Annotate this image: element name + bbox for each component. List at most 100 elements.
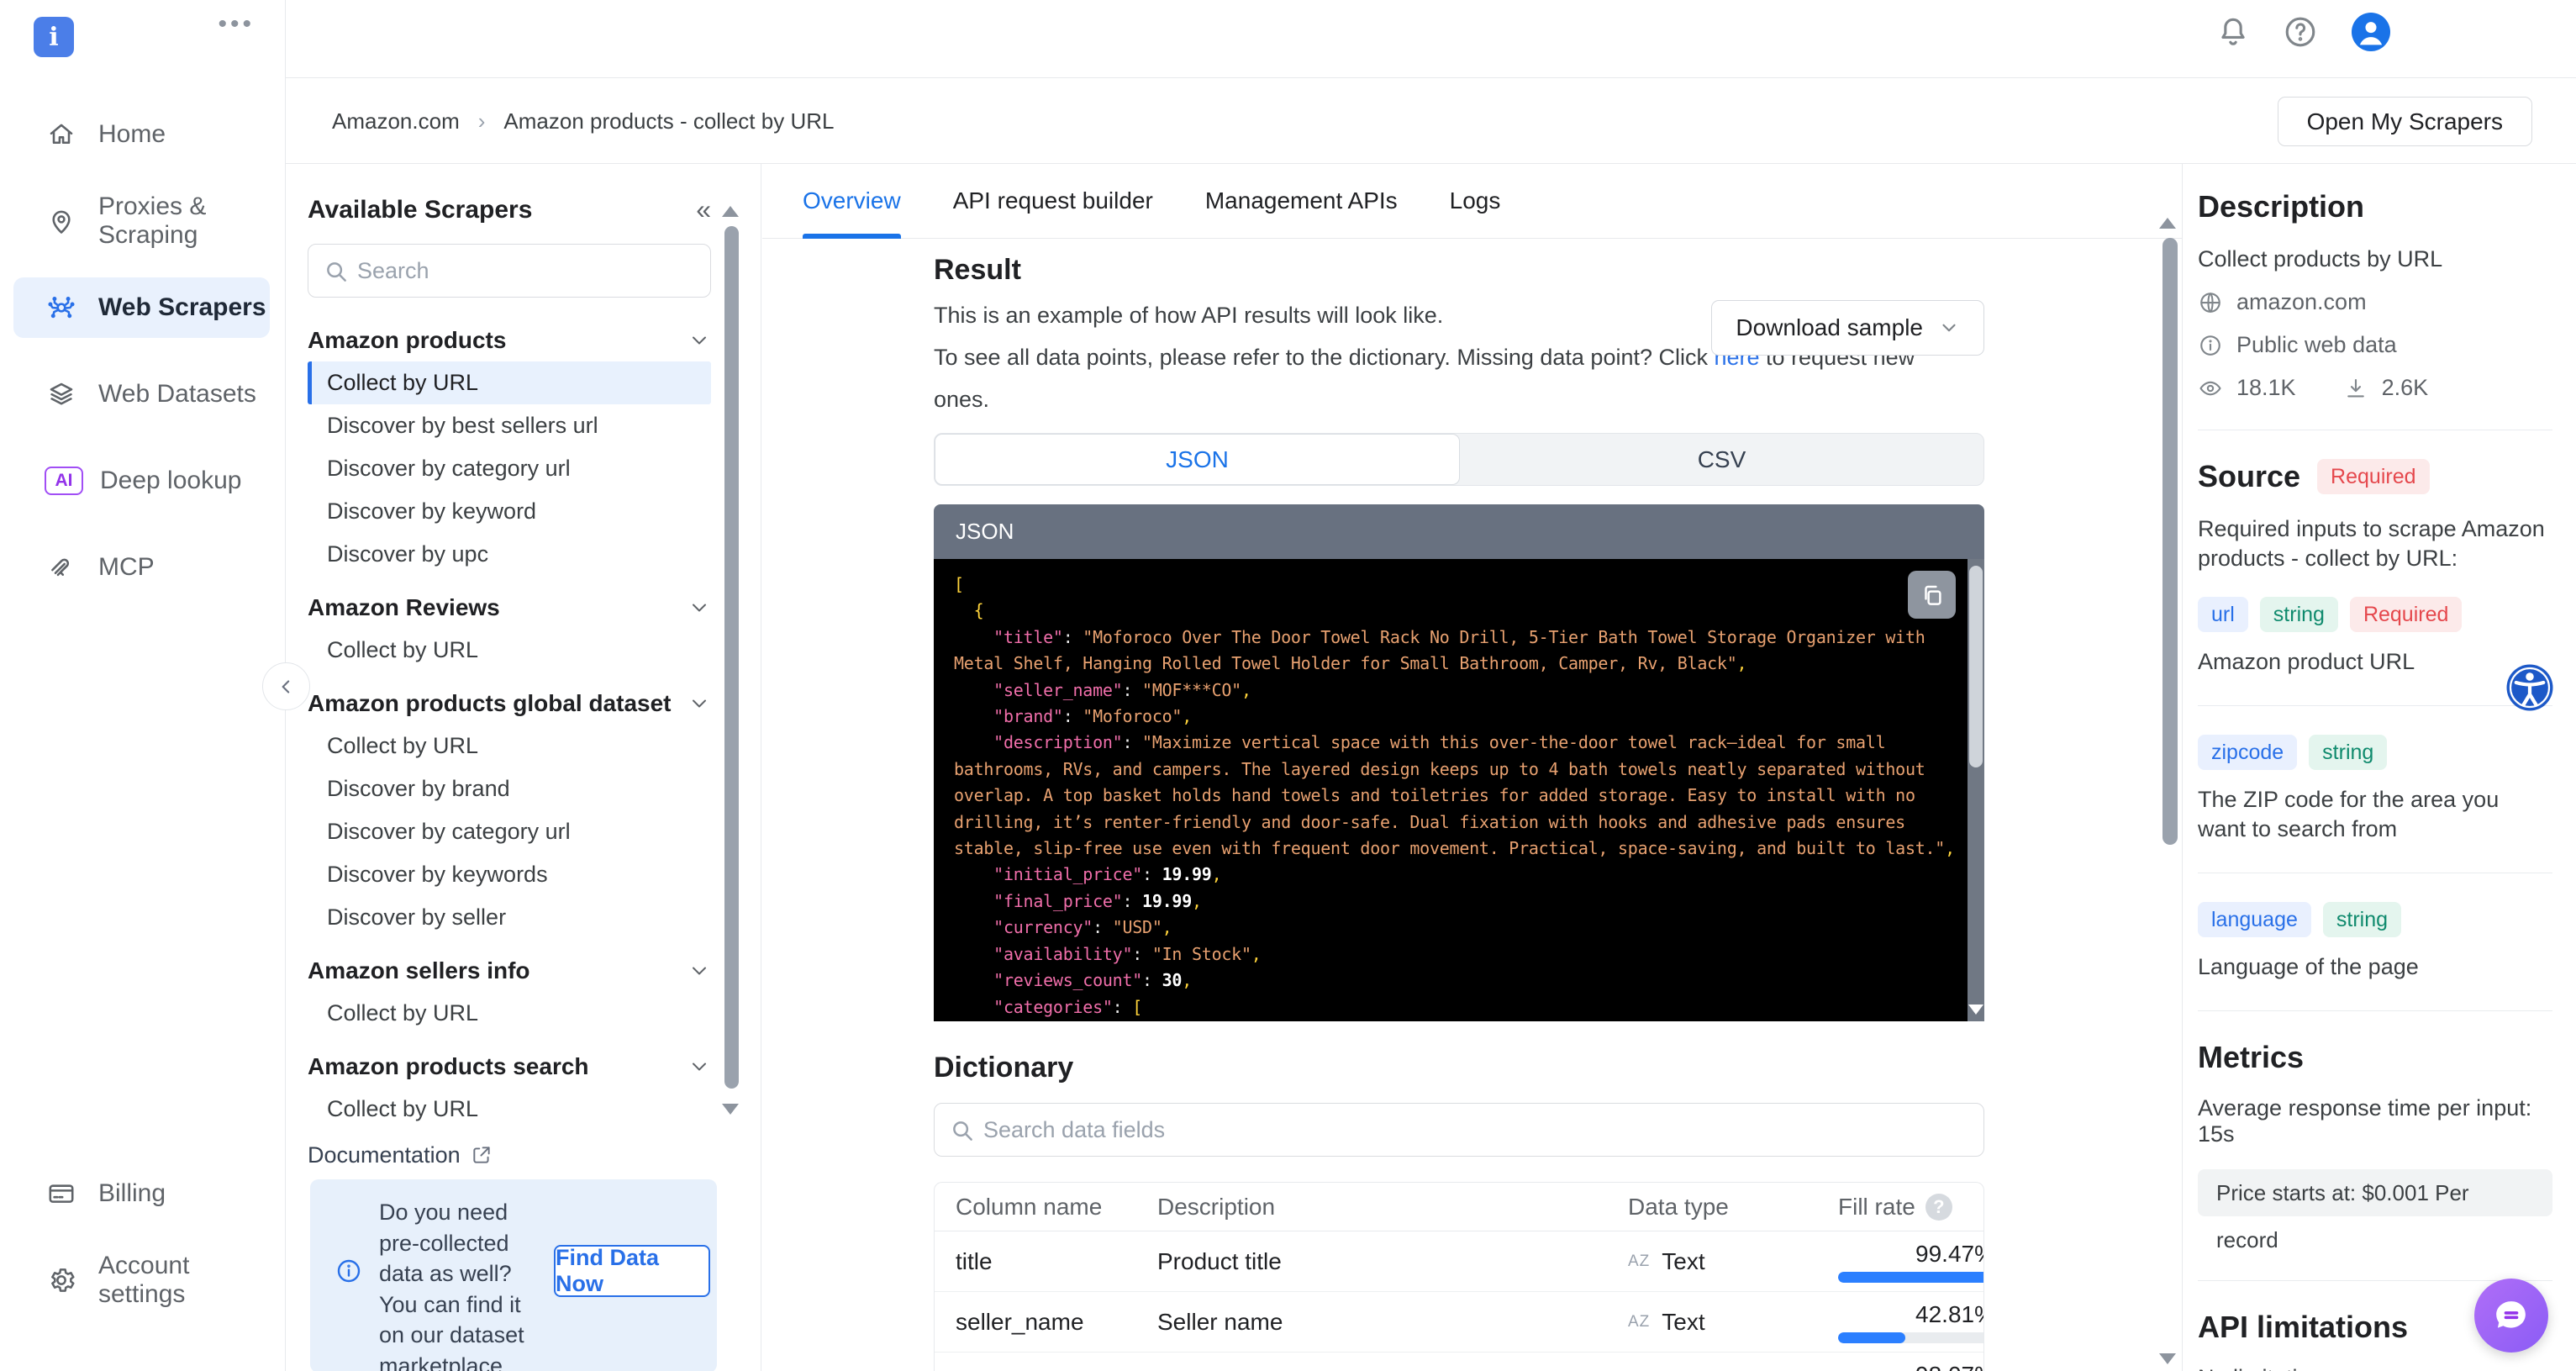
views-eye-icon <box>2198 376 2223 401</box>
panel-scroll-up[interactable] <box>722 206 739 217</box>
scraper-item-discover-by-brand[interactable]: Discover by brand <box>308 767 711 810</box>
chat-support-button[interactable] <box>2474 1279 2548 1353</box>
code-line: [ <box>954 572 1951 598</box>
brand-logo[interactable]: i <box>34 17 74 57</box>
main-scroll-down[interactable] <box>2159 1353 2176 1364</box>
fill-rate-help-icon[interactable]: ? <box>1925 1194 1952 1221</box>
search-icon <box>324 259 349 284</box>
dataset-promo-card: Do you need pre-collected data as well? … <box>310 1179 717 1371</box>
panel-scrollbar[interactable] <box>724 226 739 1089</box>
tab-logs[interactable]: Logs <box>1450 164 1501 239</box>
nav-item-label: Deep lookup <box>100 467 241 495</box>
nav-item-label: Proxies & Scraping <box>98 192 270 250</box>
scraper-item-discover-by-category-url[interactable]: Discover by category url <box>308 447 711 490</box>
chev-down-icon <box>687 1055 711 1078</box>
scraper-group-label: Amazon sellers info <box>308 957 530 984</box>
text-type-icon: AZ <box>1628 1252 1650 1271</box>
copy-code-button[interactable] <box>1908 571 1956 619</box>
tab-bar: Overview API request builder Management AP… <box>762 164 2182 239</box>
cell-column-name: title <box>956 1248 1157 1275</box>
collapse-panel-icon[interactable]: « <box>696 194 711 225</box>
tab-overview[interactable]: Overview <box>803 164 901 239</box>
code-scrollbar-track[interactable] <box>1968 559 1984 1021</box>
breadcrumb-item-domain[interactable]: Amazon.com <box>332 108 460 134</box>
home-icon <box>46 119 76 150</box>
details-sidebar: Description Collect products by URL amaz… <box>2182 164 2576 1371</box>
scraper-item-discover-by-best-sellers-url[interactable]: Discover by best sellers url <box>308 404 711 447</box>
main-scrollbar[interactable] <box>2162 238 2178 845</box>
sidebar-item-home[interactable]: Home <box>13 104 270 165</box>
copy-icon <box>1920 583 1945 608</box>
code-body[interactable]: [ { "title": "Moforoco Over The Door Tow… <box>934 559 1984 1021</box>
tab-management-apis[interactable]: Management APIs <box>1205 164 1398 239</box>
scraper-item-collect-by-url[interactable]: Collect by URL <box>308 629 711 672</box>
nav-bottom-items: Billing Account settings <box>13 1163 270 1337</box>
more-menu-icon[interactable]: ••• <box>218 12 255 37</box>
sidebar-item-account-settings[interactable]: Account settings <box>13 1250 270 1310</box>
divider <box>2198 1010 2552 1011</box>
scraper-group-amazon-sellers-info[interactable]: Amazon sellers info <box>308 950 711 992</box>
scraper-group-amazon-products-search[interactable]: Amazon products search <box>308 1046 711 1088</box>
scraper-group-label: Amazon products search <box>308 1053 589 1080</box>
tab-api-request-builder[interactable]: API request builder <box>953 164 1153 239</box>
documentation-link[interactable]: Documentation <box>308 1139 711 1171</box>
panel-scroll-down[interactable] <box>722 1104 739 1115</box>
scraper-item-collect-by-url[interactable]: Collect by URL <box>308 361 711 404</box>
code-scroll-down[interactable] <box>1968 1005 1983 1015</box>
data-type-value: Public web data <box>2236 332 2397 358</box>
nav-items: Home Proxies & Scraping Web Scrapers Web Da… <box>13 104 270 624</box>
open-my-scrapers-button[interactable]: Open My Scrapers <box>2278 97 2532 146</box>
sidebar-item-mcp[interactable]: MCP <box>13 537 270 598</box>
scraper-item-discover-by-category-url[interactable]: Discover by category url <box>308 810 711 853</box>
download-sample-button[interactable]: Download sample <box>1711 300 1984 356</box>
nav-item-label: MCP <box>98 553 155 582</box>
mcp-icon <box>46 552 76 583</box>
toggle-csv[interactable]: CSV <box>1460 434 1983 485</box>
collapse-sidebar-button[interactable] <box>262 662 310 710</box>
csv-label: CSV <box>1698 446 1746 473</box>
scraper-item-label: Discover by category url <box>327 819 571 845</box>
scraper-group-amazon-reviews[interactable]: Amazon Reviews <box>308 587 711 629</box>
scraper-search-input[interactable] <box>357 258 657 284</box>
code-line: bathrooms, RVs, and campers. The layered… <box>954 757 1951 783</box>
price-pill: Price starts at: $0.001 Per record <box>2198 1169 2552 1216</box>
data-type-label: Text <box>1662 1309 1704 1336</box>
param-name-badge: language <box>2198 902 2311 937</box>
scraper-item-collect-by-url[interactable]: Collect by URL <box>308 1088 711 1131</box>
code-line: "seller_name": "MOF***CO", <box>954 678 1951 704</box>
source-input-zipcode: zipcodestringThe ZIP code for the area y… <box>2198 735 2552 844</box>
sidebar-item-proxies-scraping[interactable]: Proxies & Scraping <box>13 191 270 251</box>
data-type-label: Text <box>1662 1248 1704 1275</box>
sidebar-item-billing[interactable]: Billing <box>13 1163 270 1224</box>
scraper-item-discover-by-seller[interactable]: Discover by seller <box>308 896 711 939</box>
nav-item-label: Web Scrapers <box>98 293 266 322</box>
pin-icon <box>46 206 76 236</box>
param-description: The ZIP code for the area you want to se… <box>2198 785 2546 844</box>
scraper-item-discover-by-keyword[interactable]: Discover by keyword <box>308 490 711 533</box>
help-icon[interactable] <box>2282 13 2319 50</box>
find-data-now-button[interactable]: Find Data Now <box>554 1245 710 1297</box>
sidebar-item-web-datasets[interactable]: Web Datasets <box>13 364 270 424</box>
scraper-group-amazon-products-global-dataset[interactable]: Amazon products global dataset <box>308 683 711 725</box>
toggle-json[interactable]: JSON <box>935 434 1460 485</box>
code-scrollbar-thumb[interactable] <box>1969 566 1983 767</box>
cell-fill-rate: 42.81% <box>1838 1301 1984 1343</box>
nav-item-label: Home <box>98 120 166 149</box>
dictionary-search-input[interactable] <box>983 1117 1834 1143</box>
notifications-bell-icon[interactable] <box>2215 13 2252 50</box>
sidebar-item-deep-lookup[interactable]: AIDeep lookup <box>13 451 270 511</box>
sidebar-item-web-scrapers[interactable]: Web Scrapers <box>13 277 270 338</box>
accessibility-widget-button[interactable] <box>2505 662 2555 713</box>
result-heading: Result <box>934 254 1984 287</box>
scraper-item-collect-by-url[interactable]: Collect by URL <box>308 725 711 767</box>
scraper-item-discover-by-upc[interactable]: Discover by upc <box>308 533 711 576</box>
scraper-item-collect-by-url[interactable]: Collect by URL <box>308 992 711 1035</box>
user-avatar[interactable] <box>2352 13 2390 51</box>
chevron-down-icon <box>1938 317 1960 339</box>
scraper-group-amazon-products[interactable]: Amazon products <box>308 319 711 361</box>
views-count: 18.1K <box>2236 375 2296 401</box>
main-scroll-up[interactable] <box>2159 218 2176 229</box>
json-label: JSON <box>1166 446 1229 473</box>
code-line: "title": "Moforoco Over The Door Towel R… <box>954 625 1951 651</box>
scraper-item-discover-by-keywords[interactable]: Discover by keywords <box>308 853 711 896</box>
